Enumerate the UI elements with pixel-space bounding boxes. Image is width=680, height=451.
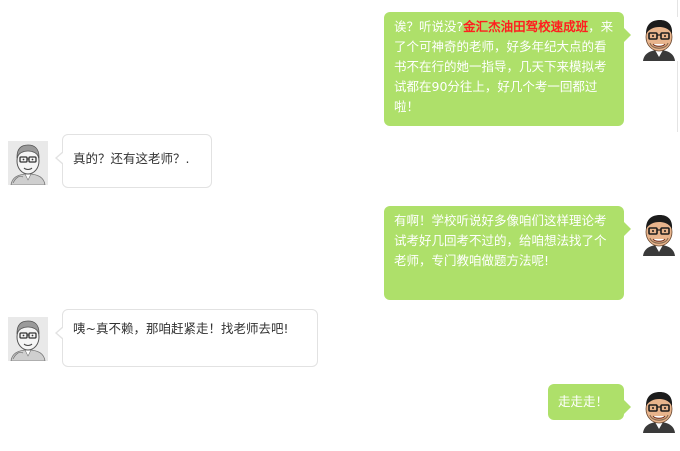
message-text: 真的？还有这老师？. xyxy=(73,151,190,166)
student-avatar xyxy=(639,389,679,433)
message-text: 走走走！ xyxy=(558,394,609,409)
message-bubble-outgoing: 走走走！ xyxy=(548,384,631,420)
student-avatar xyxy=(639,17,679,61)
message-text: 咦~真不赖，那咱赶紧走！找老师去吧! xyxy=(73,321,289,336)
school-name-highlight[interactable]: 金汇杰油田驾校速成班 xyxy=(463,19,588,34)
message-text-prefix: 诶？听说没? xyxy=(394,19,464,34)
message-bubble-outgoing: 诶？听说没?金汇杰油田驾校速成班，来了个可神奇的老师，好多年纪大点的看书不在行的… xyxy=(384,12,631,126)
message-bubble-outgoing: 有啊！学校听说好多像咱们这样理论考试考好几回考不过的，给咱想法找了个老师，专门教… xyxy=(384,206,631,300)
teacher-avatar xyxy=(8,141,48,185)
message-bubble-incoming: 咦~真不赖，那咱赶紧走！找老师去吧! xyxy=(55,309,318,367)
teacher-avatar xyxy=(8,317,48,361)
message-text: 有啊！学校听说好多像咱们这样理论考试考好几回考不过的，给咱想法找了个老师，专门教… xyxy=(394,213,607,268)
message-bubble-incoming: 真的？还有这老师？. xyxy=(55,134,212,188)
student-avatar xyxy=(639,212,679,256)
